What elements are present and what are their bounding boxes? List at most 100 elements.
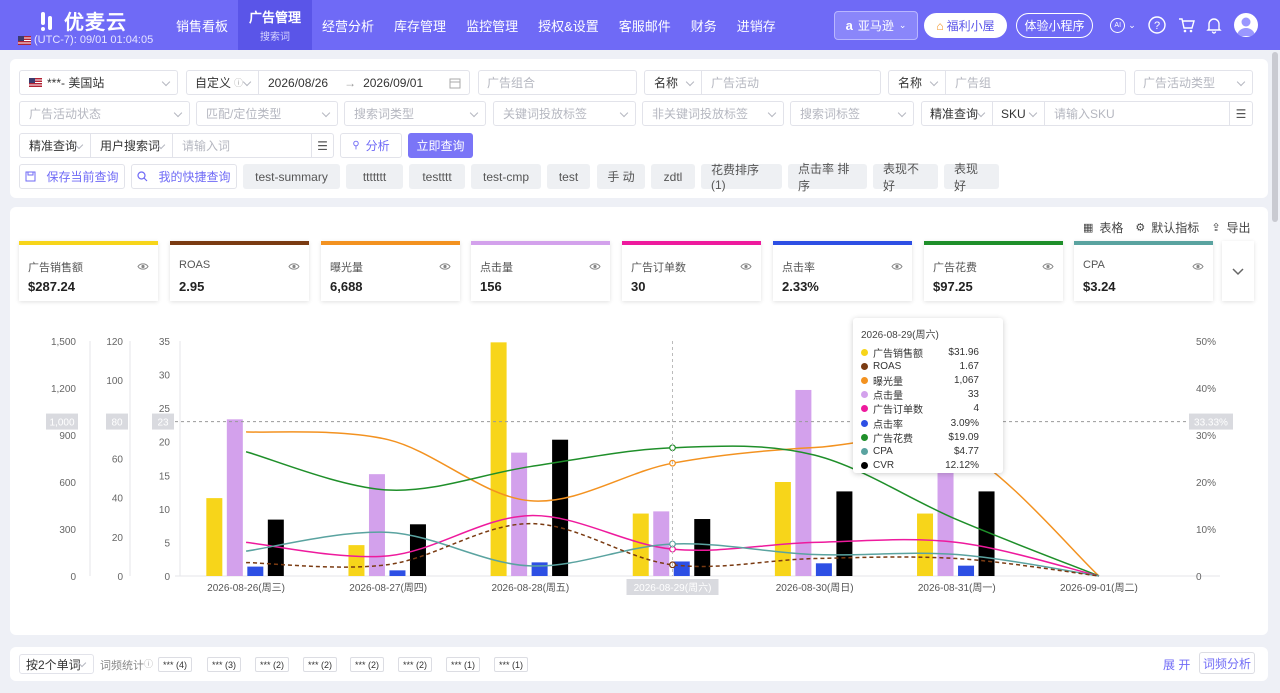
non-keyword-tag-select[interactable]: 非关键词投放标签	[642, 101, 784, 126]
nav-finance[interactable]: 财务	[681, 0, 727, 50]
sku-input[interactable]: 请输入SKU	[1044, 101, 1230, 126]
eye-icon[interactable]	[1192, 260, 1204, 274]
search-term-type-select[interactable]: 搜索词类型	[344, 101, 486, 126]
site-select[interactable]: ***- 美国站	[19, 70, 178, 95]
metric-card-ctr[interactable]: 点击率 2.33%	[773, 241, 912, 301]
metric-card-sales[interactable]: 广告销售额 $287.24	[19, 241, 158, 301]
gear-icon[interactable]: ⚙	[1135, 221, 1145, 234]
nav-business-analysis[interactable]: 经营分析	[312, 0, 384, 50]
nav-ad-management[interactable]: 广告管理 搜索词	[238, 0, 313, 50]
quick-tag[interactable]: 花费排序(1)	[701, 163, 782, 192]
table-view-button[interactable]: 表格	[1099, 219, 1123, 236]
analyze-button[interactable]: ⚲ 分析	[340, 133, 402, 158]
word-chip[interactable]: *** (2)	[303, 657, 338, 672]
combo-chart[interactable]: 03006009001,2001,50002040608010012005101…	[10, 310, 1260, 600]
sku-field-select[interactable]: SKU	[992, 101, 1045, 126]
legend-dot	[861, 405, 868, 413]
adgroup-input[interactable]: 广告组	[945, 70, 1126, 95]
nav-inventory[interactable]: 库存管理	[384, 0, 456, 50]
quick-tag[interactable]: 表现不好	[873, 162, 938, 193]
word-freq-label: 词频统计	[100, 660, 144, 672]
eye-icon[interactable]	[1042, 260, 1054, 274]
metric-card-cpa[interactable]: CPA $3.24	[1074, 241, 1213, 301]
expand-button[interactable]: 展 开	[1163, 656, 1190, 673]
nav-auth-settings[interactable]: 授权&设置	[528, 0, 609, 50]
cart-icon[interactable]	[1176, 14, 1198, 36]
eye-icon[interactable]	[288, 260, 300, 274]
quick-tag[interactable]: test	[547, 164, 590, 189]
campaign-type-select[interactable]: 广告活动类型	[1134, 70, 1253, 95]
quick-tag[interactable]: 手 动	[597, 164, 645, 189]
date-range-picker[interactable]: 2026/08/26 → 2026/09/01	[258, 70, 470, 95]
word-chip[interactable]: *** (3)	[207, 657, 242, 672]
word-chip[interactable]: *** (1)	[446, 657, 481, 672]
match-type-select[interactable]: 匹配/定位类型	[196, 101, 338, 126]
eye-icon[interactable]	[439, 260, 451, 274]
date-end: 2026/09/01	[363, 75, 424, 90]
campaign-input[interactable]: 广告活动	[701, 70, 881, 95]
quick-tag[interactable]: test-summary	[243, 164, 340, 189]
word-chip[interactable]: *** (1)	[494, 657, 529, 672]
platform-selector[interactable]: a 亚马逊 ⌄	[834, 11, 918, 40]
word-chip[interactable]: *** (2)	[255, 657, 290, 672]
word-chip[interactable]: *** (2)	[398, 657, 433, 672]
quick-tag[interactable]: 表现好	[944, 162, 999, 193]
date-mode-select[interactable]: 自定义 ⓘ	[186, 70, 258, 95]
page-scrollbar[interactable]	[1272, 52, 1278, 222]
metric-card-clicks[interactable]: 点击量 156	[471, 241, 610, 301]
default-metrics-button[interactable]: 默认指标	[1151, 219, 1199, 236]
tooltip-series-name: 点击量	[873, 391, 903, 403]
word-group-select[interactable]: 按2个单词	[19, 654, 94, 674]
nav-support-email[interactable]: 客服邮件	[609, 0, 681, 50]
logo[interactable]: 优麦云	[40, 6, 127, 35]
word-chip[interactable]: *** (4)	[158, 657, 193, 672]
campaign-name-mode[interactable]: 名称	[644, 70, 702, 95]
metric-card-roas[interactable]: ROAS 2.95	[170, 241, 309, 301]
term-batch-button[interactable]: ☰	[311, 133, 334, 158]
metric-card-spend[interactable]: 广告花费 $97.25	[924, 241, 1063, 301]
save-query-button[interactable]: 保存当前查询	[19, 164, 125, 189]
eye-icon[interactable]	[891, 260, 903, 274]
quick-query-button[interactable]: 我的快捷查询	[131, 164, 237, 189]
perks-button[interactable]: ⌂ 福利小屋	[924, 13, 1007, 38]
quick-tag[interactable]: test-cmp	[471, 164, 541, 189]
table-icon[interactable]: ▦	[1083, 221, 1093, 234]
export-icon[interactable]: ⇪	[1211, 221, 1220, 234]
sku-match-mode[interactable]: 精准查询	[921, 101, 993, 126]
adgroup-name-mode[interactable]: 名称	[888, 70, 946, 95]
metric-card-orders[interactable]: 广告订单数 30	[622, 241, 761, 301]
ai-assistant-icon[interactable]: AI ⌄	[1108, 14, 1138, 36]
eye-icon[interactable]	[740, 260, 752, 274]
word-chip[interactable]: *** (2)	[350, 657, 385, 672]
word-analysis-button[interactable]: 词频分析	[1199, 652, 1255, 674]
ad-portfolio-select[interactable]: 广告组合	[478, 70, 637, 95]
sku-batch-button[interactable]: ☰	[1229, 101, 1253, 126]
eye-icon[interactable]	[137, 260, 149, 274]
term-match-mode[interactable]: 精准查询	[19, 133, 91, 158]
term-field-select[interactable]: 用户搜索词	[90, 133, 173, 158]
nav-sales-board[interactable]: 销售看板	[166, 0, 238, 50]
term-input[interactable]: 请输入词	[172, 133, 312, 158]
campaign-status-select[interactable]: 广告活动状态	[19, 101, 190, 126]
bar	[673, 561, 690, 576]
quick-tag[interactable]: zdtl	[651, 164, 695, 189]
avatar[interactable]	[1234, 13, 1258, 37]
metrics-expand-button[interactable]	[1222, 241, 1254, 301]
help-icon[interactable]: ?	[1146, 14, 1168, 36]
bell-icon[interactable]	[1203, 14, 1225, 36]
eye-icon[interactable]	[589, 260, 601, 274]
nav-purchase-sales-stock[interactable]: 进销存	[727, 0, 786, 50]
quick-tag[interactable]: ttttttt	[346, 164, 403, 189]
tooltip-row: 广告订单数 4	[861, 402, 995, 416]
quick-tag[interactable]: 点击率 排序	[788, 162, 867, 193]
nav-label: 进销存	[736, 18, 776, 34]
query-now-button[interactable]: 立即查询	[408, 133, 473, 158]
export-button[interactable]: 导出	[1227, 219, 1251, 236]
term-placeholder: 请输入词	[182, 139, 231, 153]
mini-program-button[interactable]: 体验小程序	[1016, 13, 1093, 38]
metric-card-impressions[interactable]: 曝光量 6,688	[321, 241, 460, 301]
nav-monitoring[interactable]: 监控管理	[456, 0, 528, 50]
search-term-tag-select[interactable]: 搜索词标签	[790, 101, 914, 126]
quick-tag[interactable]: testttt	[409, 164, 465, 189]
keyword-tag-select[interactable]: 关键词投放标签	[493, 101, 636, 126]
